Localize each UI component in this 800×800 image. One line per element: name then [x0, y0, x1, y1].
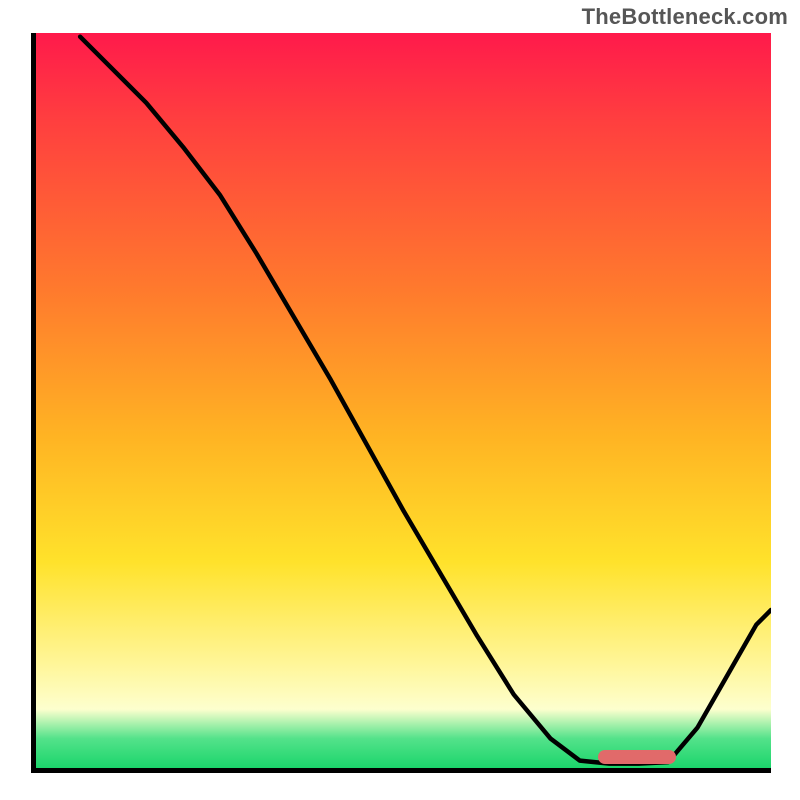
- plot-area: [31, 33, 771, 773]
- optimum-marker: [598, 750, 676, 764]
- curve-layer: [36, 33, 771, 768]
- chart-frame: TheBottleneck.com: [0, 0, 800, 800]
- bottleneck-curve: [80, 37, 771, 764]
- attribution-text: TheBottleneck.com: [582, 4, 788, 30]
